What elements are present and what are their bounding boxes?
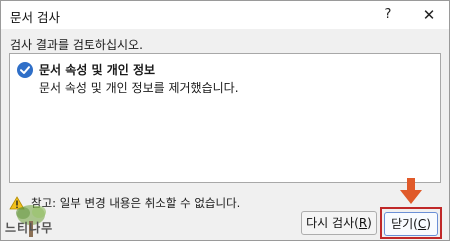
close-window-button[interactable]: ✕ — [414, 4, 444, 26]
recheck-access-key: R — [358, 216, 368, 230]
document-inspector-dialog: 문서 검사 ? ✕ 검사 결과를 검토하십시오. 문서 속성 및 개인 정보 문… — [0, 0, 450, 241]
review-heading: 검사 결과를 검토하십시오. — [10, 38, 143, 52]
down-arrow-icon — [400, 178, 422, 204]
recheck-label: 다시 검사 — [306, 216, 355, 230]
check-circle-icon — [17, 62, 33, 78]
help-button[interactable]: ? — [373, 4, 403, 26]
result-title: 문서 속성 및 개인 정보 — [39, 63, 156, 77]
note-text: 참고: 일부 변경 내용은 취소할 수 없습니다. — [31, 196, 241, 210]
recheck-button[interactable]: 다시 검사(R) — [301, 211, 377, 235]
window-title: 문서 검사 — [10, 10, 60, 25]
title-bar: 문서 검사 ? ✕ — [1, 1, 449, 29]
result-description: 문서 속성 및 개인 정보를 제거했습니다. — [39, 81, 239, 95]
results-list: 문서 속성 및 개인 정보 문서 속성 및 개인 정보를 제거했습니다. — [9, 53, 441, 183]
watermark-text: 느티나무 — [5, 221, 54, 235]
highlight-box — [380, 207, 442, 239]
